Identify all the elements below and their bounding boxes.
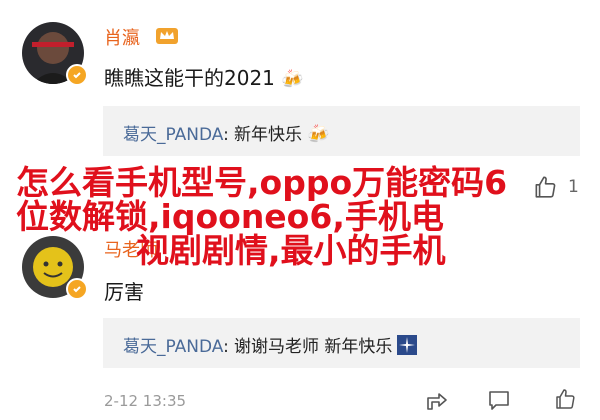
reply-separator: : <box>223 125 229 145</box>
reply-separator: : <box>223 337 229 357</box>
sparkle-icon <box>397 335 418 355</box>
like-count: 1 <box>568 177 579 197</box>
comment-author-name[interactable]: 肖瀛 <box>104 24 140 50</box>
comment-timestamp: 2-12 13:35 <box>104 392 187 410</box>
reply-text: 新年快乐 <box>233 125 302 145</box>
comment-text: 瞧瞧这能干的2021 🍻 <box>104 62 304 91</box>
reply-line: 葛天_PANDA: 新年快乐 🍻 <box>123 120 329 145</box>
comment-text-content: 瞧瞧这能干的2021 <box>104 66 275 90</box>
overlay-text-line-2: 位数解锁,iqooneo6,手机电 <box>16 197 444 236</box>
comment-icon <box>489 391 509 410</box>
comment-button[interactable] <box>486 388 512 412</box>
like-button[interactable] <box>552 386 578 412</box>
crown-badge-icon <box>156 26 178 48</box>
verified-badge-icon <box>66 278 88 300</box>
overlay-text-line-1: 怎么看手机型号,oppo万能密码6 <box>16 163 508 202</box>
comment-text: 厉害 <box>104 280 144 304</box>
overlay-text-line-3: 视剧剧情,最小的手机 <box>136 231 446 270</box>
beer-icon: 🍻 <box>281 69 304 90</box>
reply-author[interactable]: 葛天_PANDA <box>123 125 223 145</box>
reply-author[interactable]: 葛天_PANDA <box>123 337 223 357</box>
beer-icon: 🍻 <box>307 124 330 145</box>
reply-preview[interactable]: 葛天_PANDA: 谢谢马老师 新年快乐 <box>103 318 580 368</box>
like-button[interactable]: 1 <box>532 170 579 204</box>
avatar[interactable] <box>22 236 88 300</box>
share-icon <box>427 393 447 410</box>
reply-text: 谢谢马老师 新年快乐 <box>233 337 393 357</box>
verified-badge-icon <box>66 64 88 86</box>
like-icon <box>556 389 575 409</box>
reply-preview[interactable]: 葛天_PANDA: 新年快乐 🍻 <box>103 106 580 156</box>
thumb-up-icon <box>535 176 556 198</box>
reply-line: 葛天_PANDA: 谢谢马老师 新年快乐 <box>123 332 418 357</box>
avatar[interactable] <box>22 22 88 86</box>
share-button[interactable] <box>424 388 450 412</box>
